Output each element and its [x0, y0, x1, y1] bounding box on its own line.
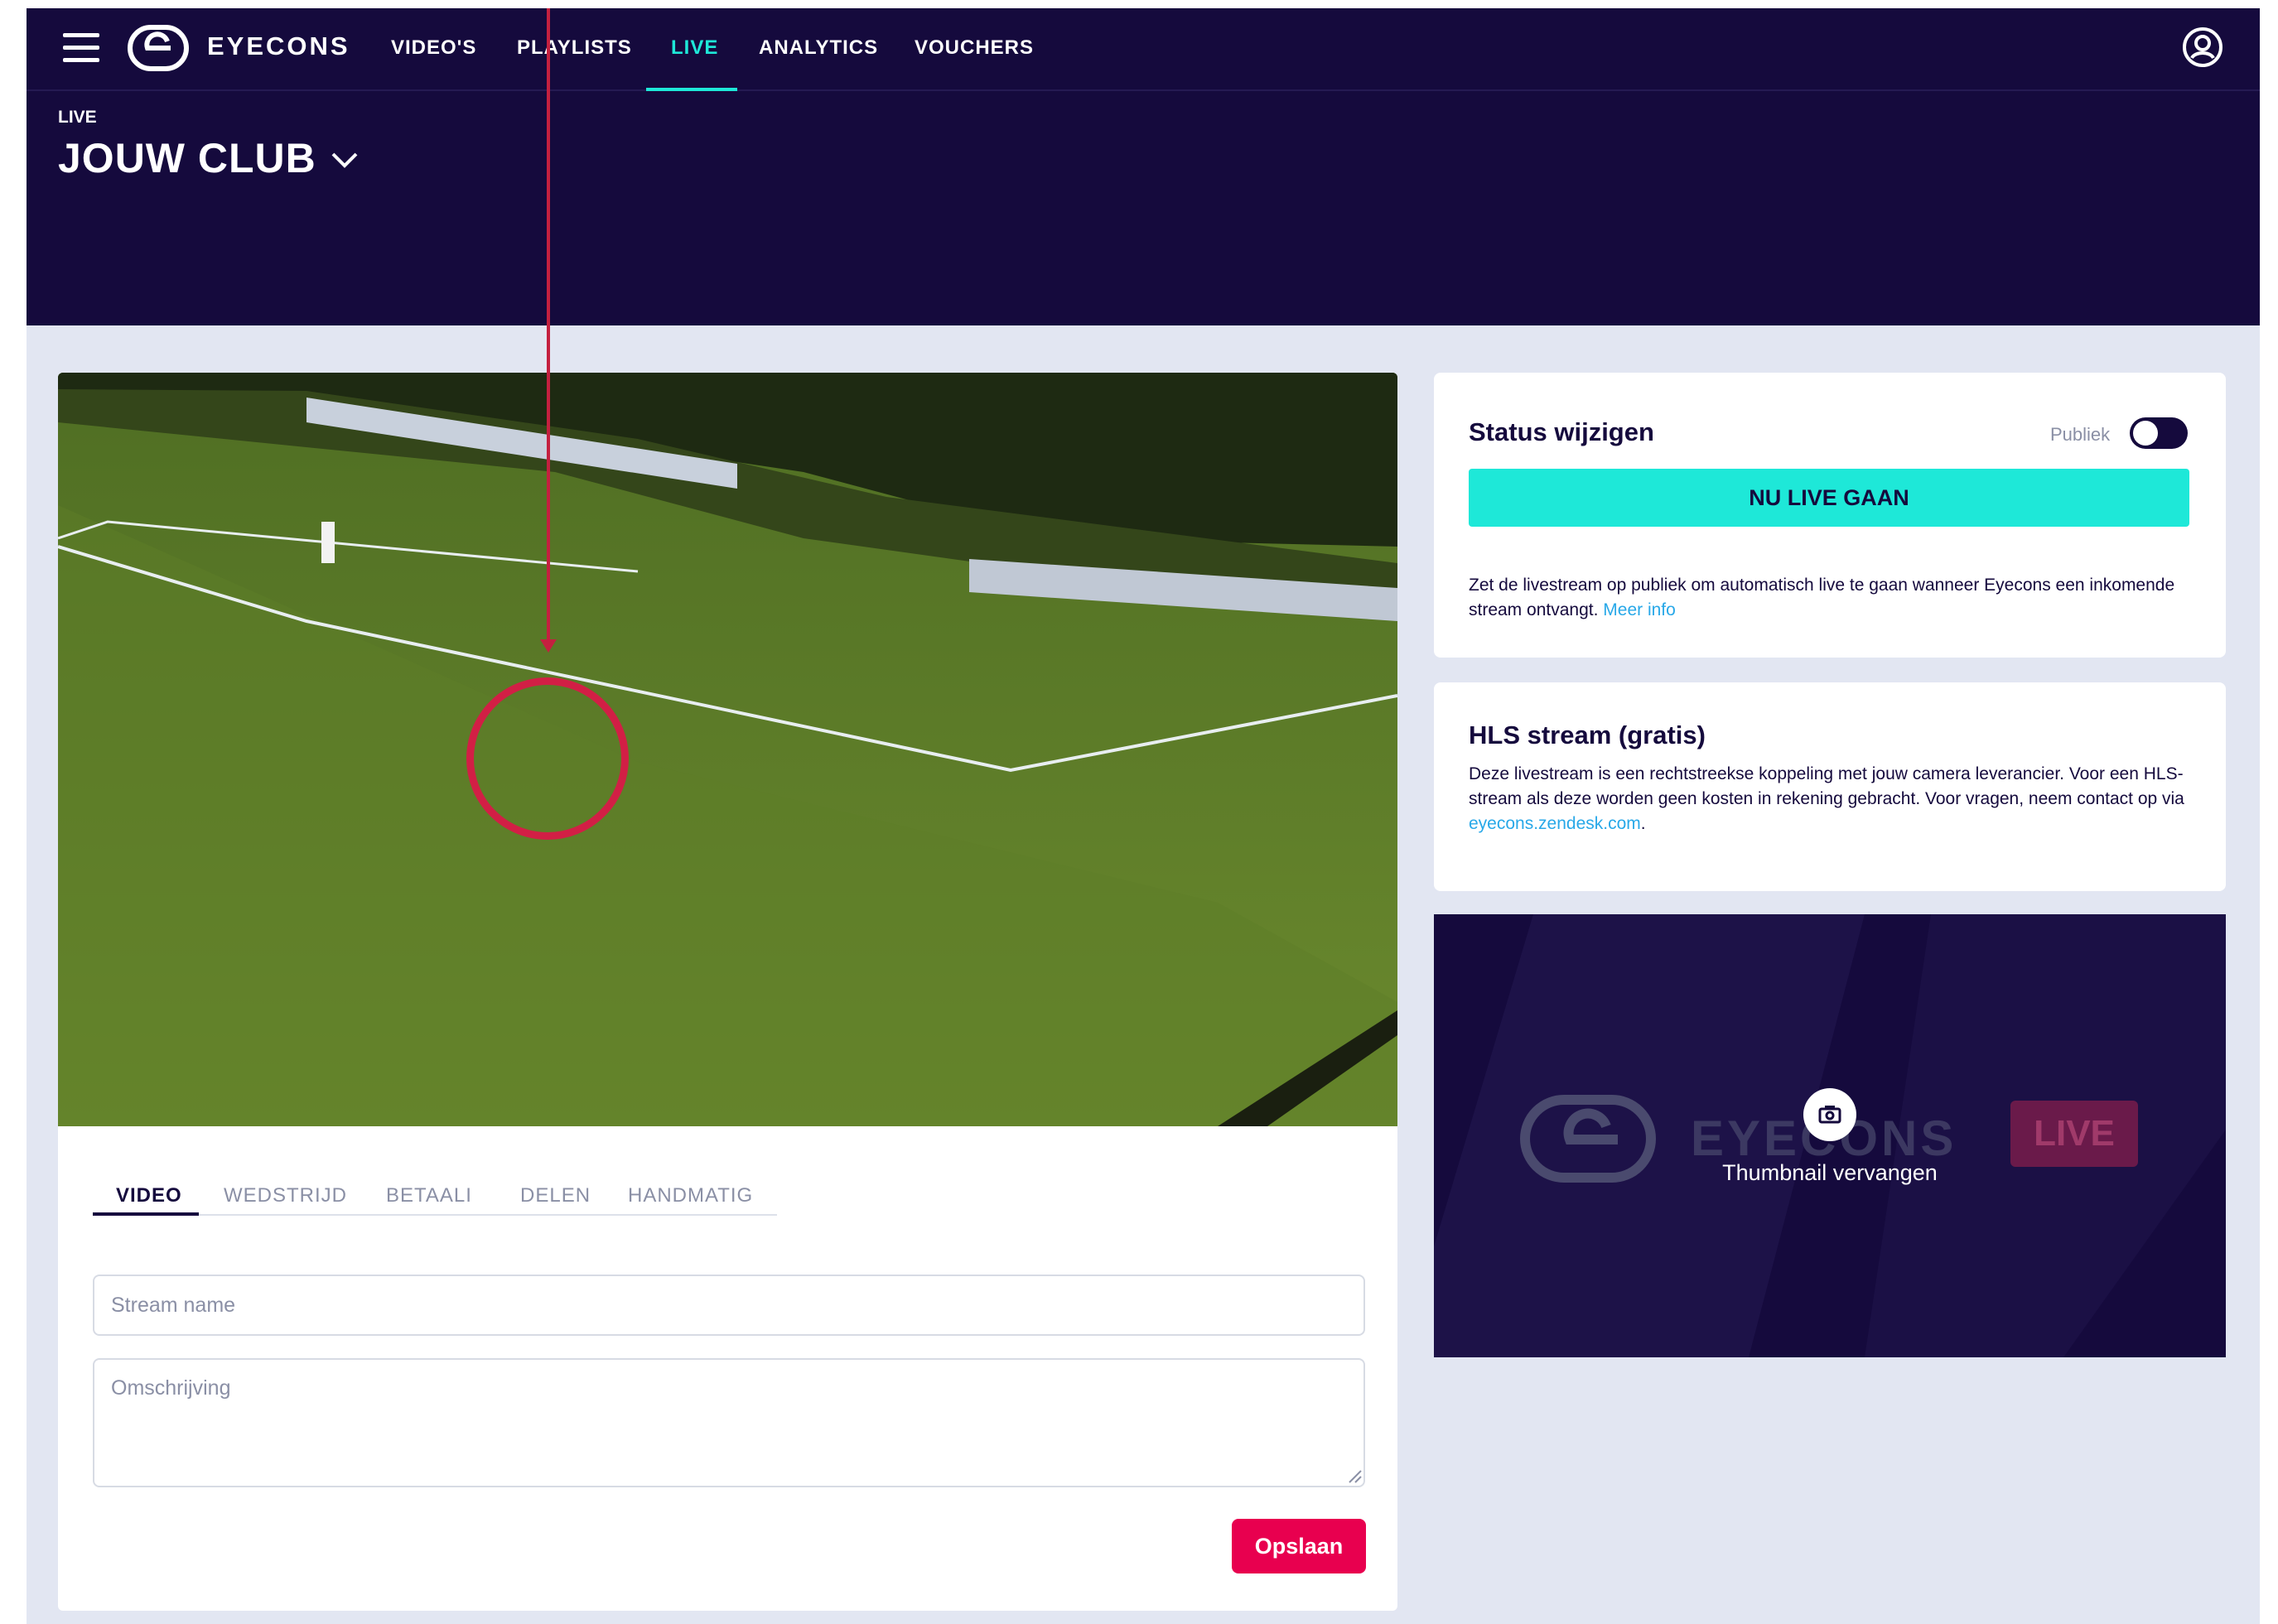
resize-handle-icon[interactable] — [1346, 1467, 1363, 1484]
status-help-text: Zet de livestream op publiek om automati… — [1469, 573, 2198, 623]
description-textarea[interactable] — [93, 1358, 1365, 1487]
hls-suffix: . — [1640, 814, 1646, 833]
tab-delen[interactable]: DELEN — [520, 1184, 591, 1207]
hamburger-menu-icon[interactable] — [63, 33, 99, 66]
status-card: Status wijzigen Publiek NU LIVE GAAN Zet… — [1434, 373, 2226, 658]
brand-name[interactable]: EYECONS — [207, 31, 350, 61]
nav-videos[interactable]: VIDEO'S — [391, 36, 476, 60]
app-window: EYECONS VIDEO'S PLAYLISTS LIVE ANALYTICS… — [27, 8, 2260, 1624]
live-video-preview[interactable] — [58, 373, 1397, 1126]
chevron-down-icon[interactable] — [328, 147, 361, 172]
public-toggle[interactable] — [2130, 417, 2188, 449]
club-selector[interactable]: JOUW CLUB — [58, 134, 316, 182]
annotation-arrowhead-icon — [540, 639, 557, 653]
nav-analytics[interactable]: ANALYTICS — [759, 36, 878, 60]
hls-body: Deze livestream is een rechtstreekse kop… — [1469, 764, 2184, 808]
tab-handmatig[interactable]: HANDMATIG — [628, 1184, 753, 1207]
top-navigation: EYECONS VIDEO'S PLAYLISTS LIVE ANALYTICS… — [27, 8, 2260, 91]
video-tabs: VIDEO WEDSTRIJD BETAALI DELEN HANDMATIG — [93, 1168, 777, 1216]
tab-wedstrijd[interactable]: WEDSTRIJD — [224, 1184, 347, 1207]
more-info-link[interactable]: Meer info — [1603, 600, 1676, 619]
camera-icon[interactable] — [1803, 1088, 1856, 1141]
hls-title: HLS stream (gratis) — [1469, 720, 1706, 749]
replace-thumbnail-label[interactable]: Thumbnail vervangen — [1434, 1160, 2226, 1186]
breadcrumb: LIVE — [58, 108, 97, 127]
thumbnail-card[interactable]: EYECONS LIVE Thumbnail vervangen — [1434, 914, 2226, 1357]
eyecons-logo-icon[interactable] — [128, 25, 189, 71]
hls-description: Deze livestream is een rechtstreekse kop… — [1469, 762, 2198, 836]
status-title: Status wijzigen — [1469, 417, 1654, 446]
nav-playlists[interactable]: PLAYLISTS — [517, 36, 632, 60]
hls-stream-card: HLS stream (gratis) Deze livestream is e… — [1434, 682, 2226, 891]
go-live-button[interactable]: NU LIVE GAAN — [1469, 469, 2189, 527]
status-help-body: Zet de livestream op publiek om automati… — [1469, 576, 2175, 619]
user-account-icon[interactable] — [2180, 25, 2225, 70]
nav-live[interactable]: LIVE — [671, 36, 718, 60]
tab-video[interactable]: VIDEO — [116, 1184, 182, 1207]
stream-name-input[interactable] — [93, 1275, 1365, 1336]
nav-vouchers[interactable]: VOUCHERS — [915, 36, 1034, 60]
toggle-knob — [2133, 421, 2158, 446]
annotation-arrow-line — [547, 8, 550, 643]
tab-betaal[interactable]: BETAALI — [386, 1184, 472, 1207]
annotation-highlight-circle — [466, 677, 629, 840]
tab-active-indicator — [93, 1212, 199, 1216]
zendesk-link[interactable]: eyecons.zendesk.com — [1469, 814, 1641, 833]
video-editor-card: VIDEO WEDSTRIJD BETAALI DELEN HANDMATIG … — [58, 373, 1397, 1611]
save-button[interactable]: Opslaan — [1232, 1519, 1366, 1573]
page-header — [27, 91, 2260, 325]
watermark-live-badge: LIVE — [2010, 1101, 2138, 1167]
public-toggle-label: Publiek — [2050, 424, 2111, 445]
